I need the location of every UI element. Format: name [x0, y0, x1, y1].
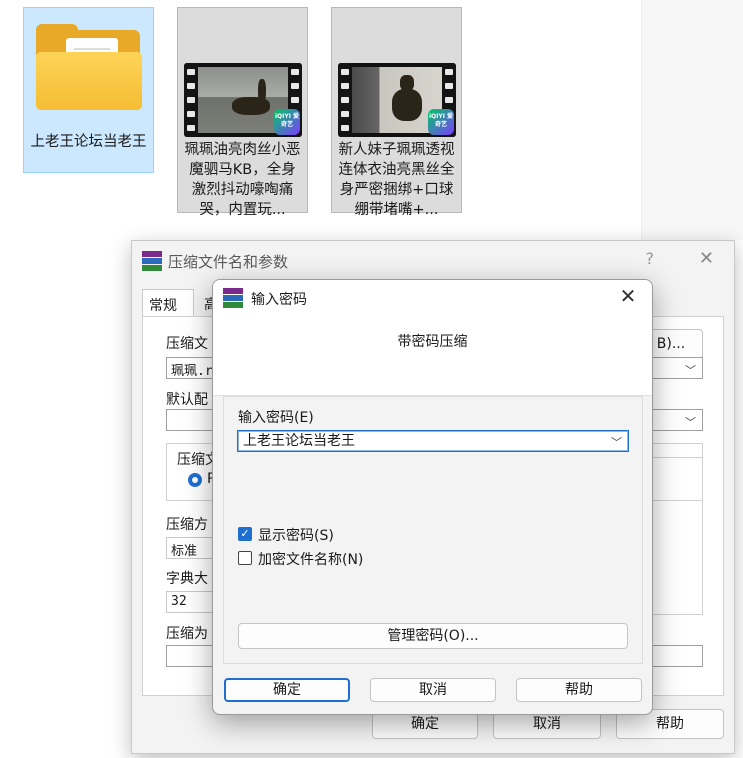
encrypt-filenames-checkbox[interactable]	[238, 551, 252, 565]
archive-name-value: 珮珮.r	[171, 364, 213, 379]
close-icon[interactable]: ✕	[616, 284, 640, 308]
show-password-checkbox[interactable]: ✓	[238, 527, 252, 541]
dialog-header: 带密码压缩	[213, 314, 652, 396]
video-thumbnail-icon: iQIYI 爱奇艺	[184, 63, 302, 137]
dictionary-size-select[interactable]: 32	[166, 591, 214, 613]
title-bar: 输入密码 ✕	[213, 280, 652, 314]
desktop-item-label: 上老王论坛当老王	[30, 134, 147, 150]
show-password-label: 显示密码(S)	[258, 528, 334, 544]
dialog-subtitle: 带密码压缩	[397, 334, 468, 350]
ok-button[interactable]: 确定	[224, 678, 350, 702]
compression-method-label: 压缩方	[166, 517, 208, 533]
password-value: 上老王论坛当老王	[243, 433, 355, 449]
split-volume-label: 压缩为	[166, 626, 208, 642]
compression-method-select[interactable]: 标准	[166, 537, 214, 559]
chevron-down-icon[interactable]: ﹀	[611, 434, 622, 452]
help-button[interactable]: 帮助	[516, 678, 642, 702]
dialog-title: 输入密码	[251, 292, 307, 308]
cancel-button[interactable]: 取消	[370, 678, 496, 702]
password-input[interactable]: 上老王论坛当老王 ﹀	[237, 430, 629, 452]
default-profile-label: 默认配	[166, 392, 208, 408]
iqiyi-badge-icon: iQIYI 爱奇艺	[274, 109, 300, 135]
help-icon[interactable]: ?	[646, 249, 655, 268]
close-icon[interactable]: ✕	[699, 248, 714, 269]
chevron-down-icon: ﹀	[685, 416, 696, 429]
format-radio[interactable]	[188, 473, 202, 487]
winrar-icon	[223, 288, 243, 308]
desktop-item-video[interactable]: iQIYI 爱奇艺 珮珮油亮肉丝小恶魔驷马KB，全身激烈抖动嚎啕痛哭，内置玩..…	[177, 7, 308, 218]
dictionary-size-label: 字典大	[166, 571, 208, 587]
folder-icon	[36, 24, 142, 110]
desktop-item-label: 新人妹子珮珮透视连体衣油亮黑丝全身严密捆绑+口球绷带堵嘴+...	[338, 142, 455, 218]
winrar-icon	[142, 251, 162, 271]
desktop-background-strip	[641, 0, 743, 240]
password-label: 输入密码(E)	[238, 410, 314, 426]
iqiyi-badge-icon: iQIYI 爱奇艺	[428, 109, 454, 135]
enter-password-dialog[interactable]: 输入密码 ✕ 带密码压缩 输入密码(E) 上老王论坛当老王 ﹀ ✓ 显示密码(S…	[212, 279, 653, 715]
tab-general[interactable]: 常规	[142, 289, 194, 317]
dialog-title: 压缩文件名和参数	[168, 253, 289, 271]
manage-passwords-button[interactable]: 管理密码(O)...	[238, 623, 628, 649]
video-thumbnail-icon: iQIYI 爱奇艺	[338, 63, 456, 137]
encrypt-filenames-label: 加密文件名称(N)	[258, 552, 364, 568]
desktop-item-label: 珮珮油亮肉丝小恶魔驷马KB，全身激烈抖动嚎啕痛哭，内置玩...	[184, 142, 301, 218]
desktop-item-folder[interactable]: 上老王论坛当老王	[23, 7, 154, 173]
archive-name-label: 压缩文	[166, 336, 208, 352]
chevron-down-icon: ﹀	[685, 364, 696, 377]
desktop-item-video[interactable]: iQIYI 爱奇艺 新人妹子珮珮透视连体衣油亮黑丝全身严密捆绑+口球绷带堵嘴+.…	[331, 7, 462, 218]
